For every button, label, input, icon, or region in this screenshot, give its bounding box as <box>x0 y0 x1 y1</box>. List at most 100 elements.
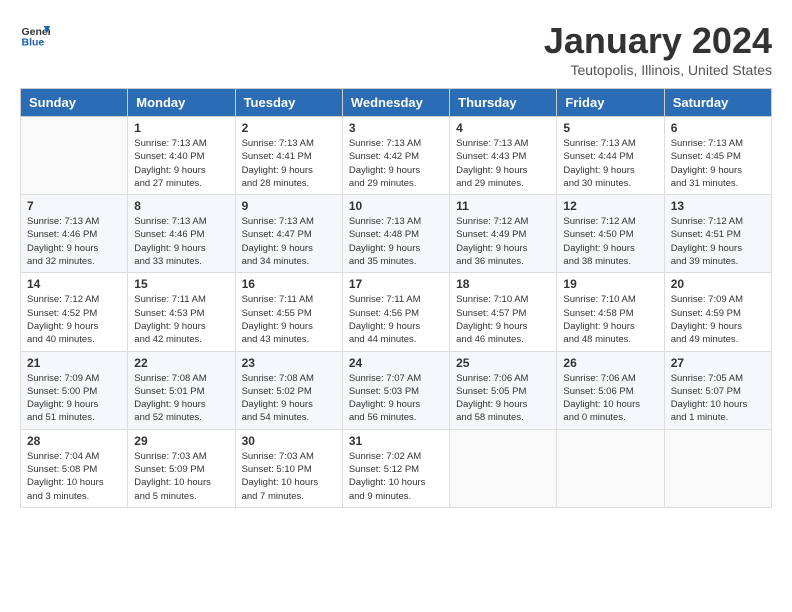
day-number: 5 <box>563 121 657 135</box>
calendar-cell: 1 Sunrise: 7:13 AM Sunset: 4:40 PM Daylig… <box>128 117 235 195</box>
week-row-0: 1 Sunrise: 7:13 AM Sunset: 4:40 PM Daylig… <box>21 117 772 195</box>
day-info: Sunrise: 7:05 AM Sunset: 5:07 PM Dayligh… <box>671 372 765 425</box>
logo-icon: General Blue <box>20 20 50 50</box>
day-info: Sunrise: 7:07 AM Sunset: 5:03 PM Dayligh… <box>349 372 443 425</box>
calendar-cell: 30 Sunrise: 7:03 AM Sunset: 5:10 PM Dayli… <box>235 429 342 507</box>
calendar-cell: 13 Sunrise: 7:12 AM Sunset: 4:51 PM Dayli… <box>664 195 771 273</box>
day-number: 1 <box>134 121 228 135</box>
day-number: 17 <box>349 277 443 291</box>
day-info: Sunrise: 7:13 AM Sunset: 4:44 PM Dayligh… <box>563 137 657 190</box>
calendar-cell: 20Sunrise: 7:09 AM Sunset: 4:59 PM Dayli… <box>664 273 771 351</box>
day-number: 24 <box>349 356 443 370</box>
day-info: Sunrise: 7:10 AM Sunset: 4:57 PM Dayligh… <box>456 293 550 346</box>
week-row-1: 7 Sunrise: 7:13 AM Sunset: 4:46 PM Daylig… <box>21 195 772 273</box>
day-number: 11 <box>456 199 550 213</box>
day-info: Sunrise: 7:13 AM Sunset: 4:42 PM Dayligh… <box>349 137 443 190</box>
week-row-3: 21Sunrise: 7:09 AM Sunset: 5:00 PM Dayli… <box>21 351 772 429</box>
day-info: Sunrise: 7:13 AM Sunset: 4:46 PM Dayligh… <box>27 215 121 268</box>
day-info: Sunrise: 7:13 AM Sunset: 4:40 PM Dayligh… <box>134 137 228 190</box>
calendar-cell: 3 Sunrise: 7:13 AM Sunset: 4:42 PM Daylig… <box>342 117 449 195</box>
day-number: 15 <box>134 277 228 291</box>
calendar-cell: 19 Sunrise: 7:10 AM Sunset: 4:58 PM Dayli… <box>557 273 664 351</box>
day-info: Sunrise: 7:13 AM Sunset: 4:46 PM Dayligh… <box>134 215 228 268</box>
calendar-cell: 10Sunrise: 7:13 AM Sunset: 4:48 PM Dayli… <box>342 195 449 273</box>
day-info: Sunrise: 7:09 AM Sunset: 4:59 PM Dayligh… <box>671 293 765 346</box>
day-number: 19 <box>563 277 657 291</box>
day-info: Sunrise: 7:06 AM Sunset: 5:05 PM Dayligh… <box>456 372 550 425</box>
day-number: 7 <box>27 199 121 213</box>
calendar-cell: 9 Sunrise: 7:13 AM Sunset: 4:47 PM Daylig… <box>235 195 342 273</box>
day-info: Sunrise: 7:11 AM Sunset: 4:53 PM Dayligh… <box>134 293 228 346</box>
calendar-cell <box>450 429 557 507</box>
calendar-cell <box>557 429 664 507</box>
day-info: Sunrise: 7:08 AM Sunset: 5:02 PM Dayligh… <box>242 372 336 425</box>
calendar-cell: 12 Sunrise: 7:12 AM Sunset: 4:50 PM Dayli… <box>557 195 664 273</box>
day-info: Sunrise: 7:12 AM Sunset: 4:52 PM Dayligh… <box>27 293 121 346</box>
calendar-cell: 6Sunrise: 7:13 AM Sunset: 4:45 PM Daylig… <box>664 117 771 195</box>
calendar-cell <box>664 429 771 507</box>
day-number: 28 <box>27 434 121 448</box>
day-info: Sunrise: 7:13 AM Sunset: 4:48 PM Dayligh… <box>349 215 443 268</box>
day-number: 9 <box>242 199 336 213</box>
day-number: 29 <box>134 434 228 448</box>
day-number: 14 <box>27 277 121 291</box>
calendar-cell: 4 Sunrise: 7:13 AM Sunset: 4:43 PM Daylig… <box>450 117 557 195</box>
day-number: 21 <box>27 356 121 370</box>
day-number: 22 <box>134 356 228 370</box>
day-info: Sunrise: 7:13 AM Sunset: 4:45 PM Dayligh… <box>671 137 765 190</box>
day-number: 18 <box>456 277 550 291</box>
week-row-4: 28 Sunrise: 7:04 AM Sunset: 5:08 PM Dayli… <box>21 429 772 507</box>
page-header: General Blue January 2024 Teutopolis, Il… <box>20 20 772 78</box>
calendar-cell: 11Sunrise: 7:12 AM Sunset: 4:49 PM Dayli… <box>450 195 557 273</box>
day-number: 27 <box>671 356 765 370</box>
svg-text:Blue: Blue <box>22 37 45 49</box>
day-info: Sunrise: 7:11 AM Sunset: 4:55 PM Dayligh… <box>242 293 336 346</box>
calendar-cell: 26Sunrise: 7:06 AM Sunset: 5:06 PM Dayli… <box>557 351 664 429</box>
day-info: Sunrise: 7:12 AM Sunset: 4:50 PM Dayligh… <box>563 215 657 268</box>
calendar-cell: 29 Sunrise: 7:03 AM Sunset: 5:09 PM Dayli… <box>128 429 235 507</box>
day-info: Sunrise: 7:13 AM Sunset: 4:47 PM Dayligh… <box>242 215 336 268</box>
title-area: January 2024 Teutopolis, Illinois, Unite… <box>544 20 772 78</box>
day-info: Sunrise: 7:12 AM Sunset: 4:51 PM Dayligh… <box>671 215 765 268</box>
calendar-cell: 23 Sunrise: 7:08 AM Sunset: 5:02 PM Dayli… <box>235 351 342 429</box>
weekday-header-saturday: Saturday <box>664 89 771 117</box>
day-info: Sunrise: 7:03 AM Sunset: 5:10 PM Dayligh… <box>242 450 336 503</box>
week-row-2: 14 Sunrise: 7:12 AM Sunset: 4:52 PM Dayli… <box>21 273 772 351</box>
calendar-cell: 2 Sunrise: 7:13 AM Sunset: 4:41 PM Daylig… <box>235 117 342 195</box>
day-number: 23 <box>242 356 336 370</box>
day-number: 25 <box>456 356 550 370</box>
day-number: 8 <box>134 199 228 213</box>
day-info: Sunrise: 7:11 AM Sunset: 4:56 PM Dayligh… <box>349 293 443 346</box>
day-number: 2 <box>242 121 336 135</box>
calendar-cell <box>21 117 128 195</box>
weekday-header-sunday: Sunday <box>21 89 128 117</box>
calendar-cell: 15 Sunrise: 7:11 AM Sunset: 4:53 PM Dayli… <box>128 273 235 351</box>
day-number: 13 <box>671 199 765 213</box>
calendar-cell: 28 Sunrise: 7:04 AM Sunset: 5:08 PM Dayli… <box>21 429 128 507</box>
calendar-cell: 8 Sunrise: 7:13 AM Sunset: 4:46 PM Daylig… <box>128 195 235 273</box>
logo: General Blue <box>20 20 54 50</box>
calendar-table: SundayMondayTuesdayWednesdayThursdayFrid… <box>20 88 772 508</box>
day-info: Sunrise: 7:04 AM Sunset: 5:08 PM Dayligh… <box>27 450 121 503</box>
calendar-cell: 18 Sunrise: 7:10 AM Sunset: 4:57 PM Dayli… <box>450 273 557 351</box>
day-number: 30 <box>242 434 336 448</box>
day-info: Sunrise: 7:13 AM Sunset: 4:43 PM Dayligh… <box>456 137 550 190</box>
day-number: 4 <box>456 121 550 135</box>
weekday-header-row: SundayMondayTuesdayWednesdayThursdayFrid… <box>21 89 772 117</box>
calendar-cell: 25 Sunrise: 7:06 AM Sunset: 5:05 PM Dayli… <box>450 351 557 429</box>
location-title: Teutopolis, Illinois, United States <box>544 62 772 78</box>
day-info: Sunrise: 7:03 AM Sunset: 5:09 PM Dayligh… <box>134 450 228 503</box>
day-number: 16 <box>242 277 336 291</box>
day-number: 12 <box>563 199 657 213</box>
calendar-cell: 14 Sunrise: 7:12 AM Sunset: 4:52 PM Dayli… <box>21 273 128 351</box>
day-info: Sunrise: 7:10 AM Sunset: 4:58 PM Dayligh… <box>563 293 657 346</box>
calendar-cell: 24 Sunrise: 7:07 AM Sunset: 5:03 PM Dayli… <box>342 351 449 429</box>
day-number: 3 <box>349 121 443 135</box>
calendar-cell: 5 Sunrise: 7:13 AM Sunset: 4:44 PM Daylig… <box>557 117 664 195</box>
calendar-cell: 16 Sunrise: 7:11 AM Sunset: 4:55 PM Dayli… <box>235 273 342 351</box>
calendar-cell: 31Sunrise: 7:02 AM Sunset: 5:12 PM Dayli… <box>342 429 449 507</box>
day-info: Sunrise: 7:13 AM Sunset: 4:41 PM Dayligh… <box>242 137 336 190</box>
calendar-cell: 27 Sunrise: 7:05 AM Sunset: 5:07 PM Dayli… <box>664 351 771 429</box>
day-info: Sunrise: 7:02 AM Sunset: 5:12 PM Dayligh… <box>349 450 443 503</box>
weekday-header-wednesday: Wednesday <box>342 89 449 117</box>
